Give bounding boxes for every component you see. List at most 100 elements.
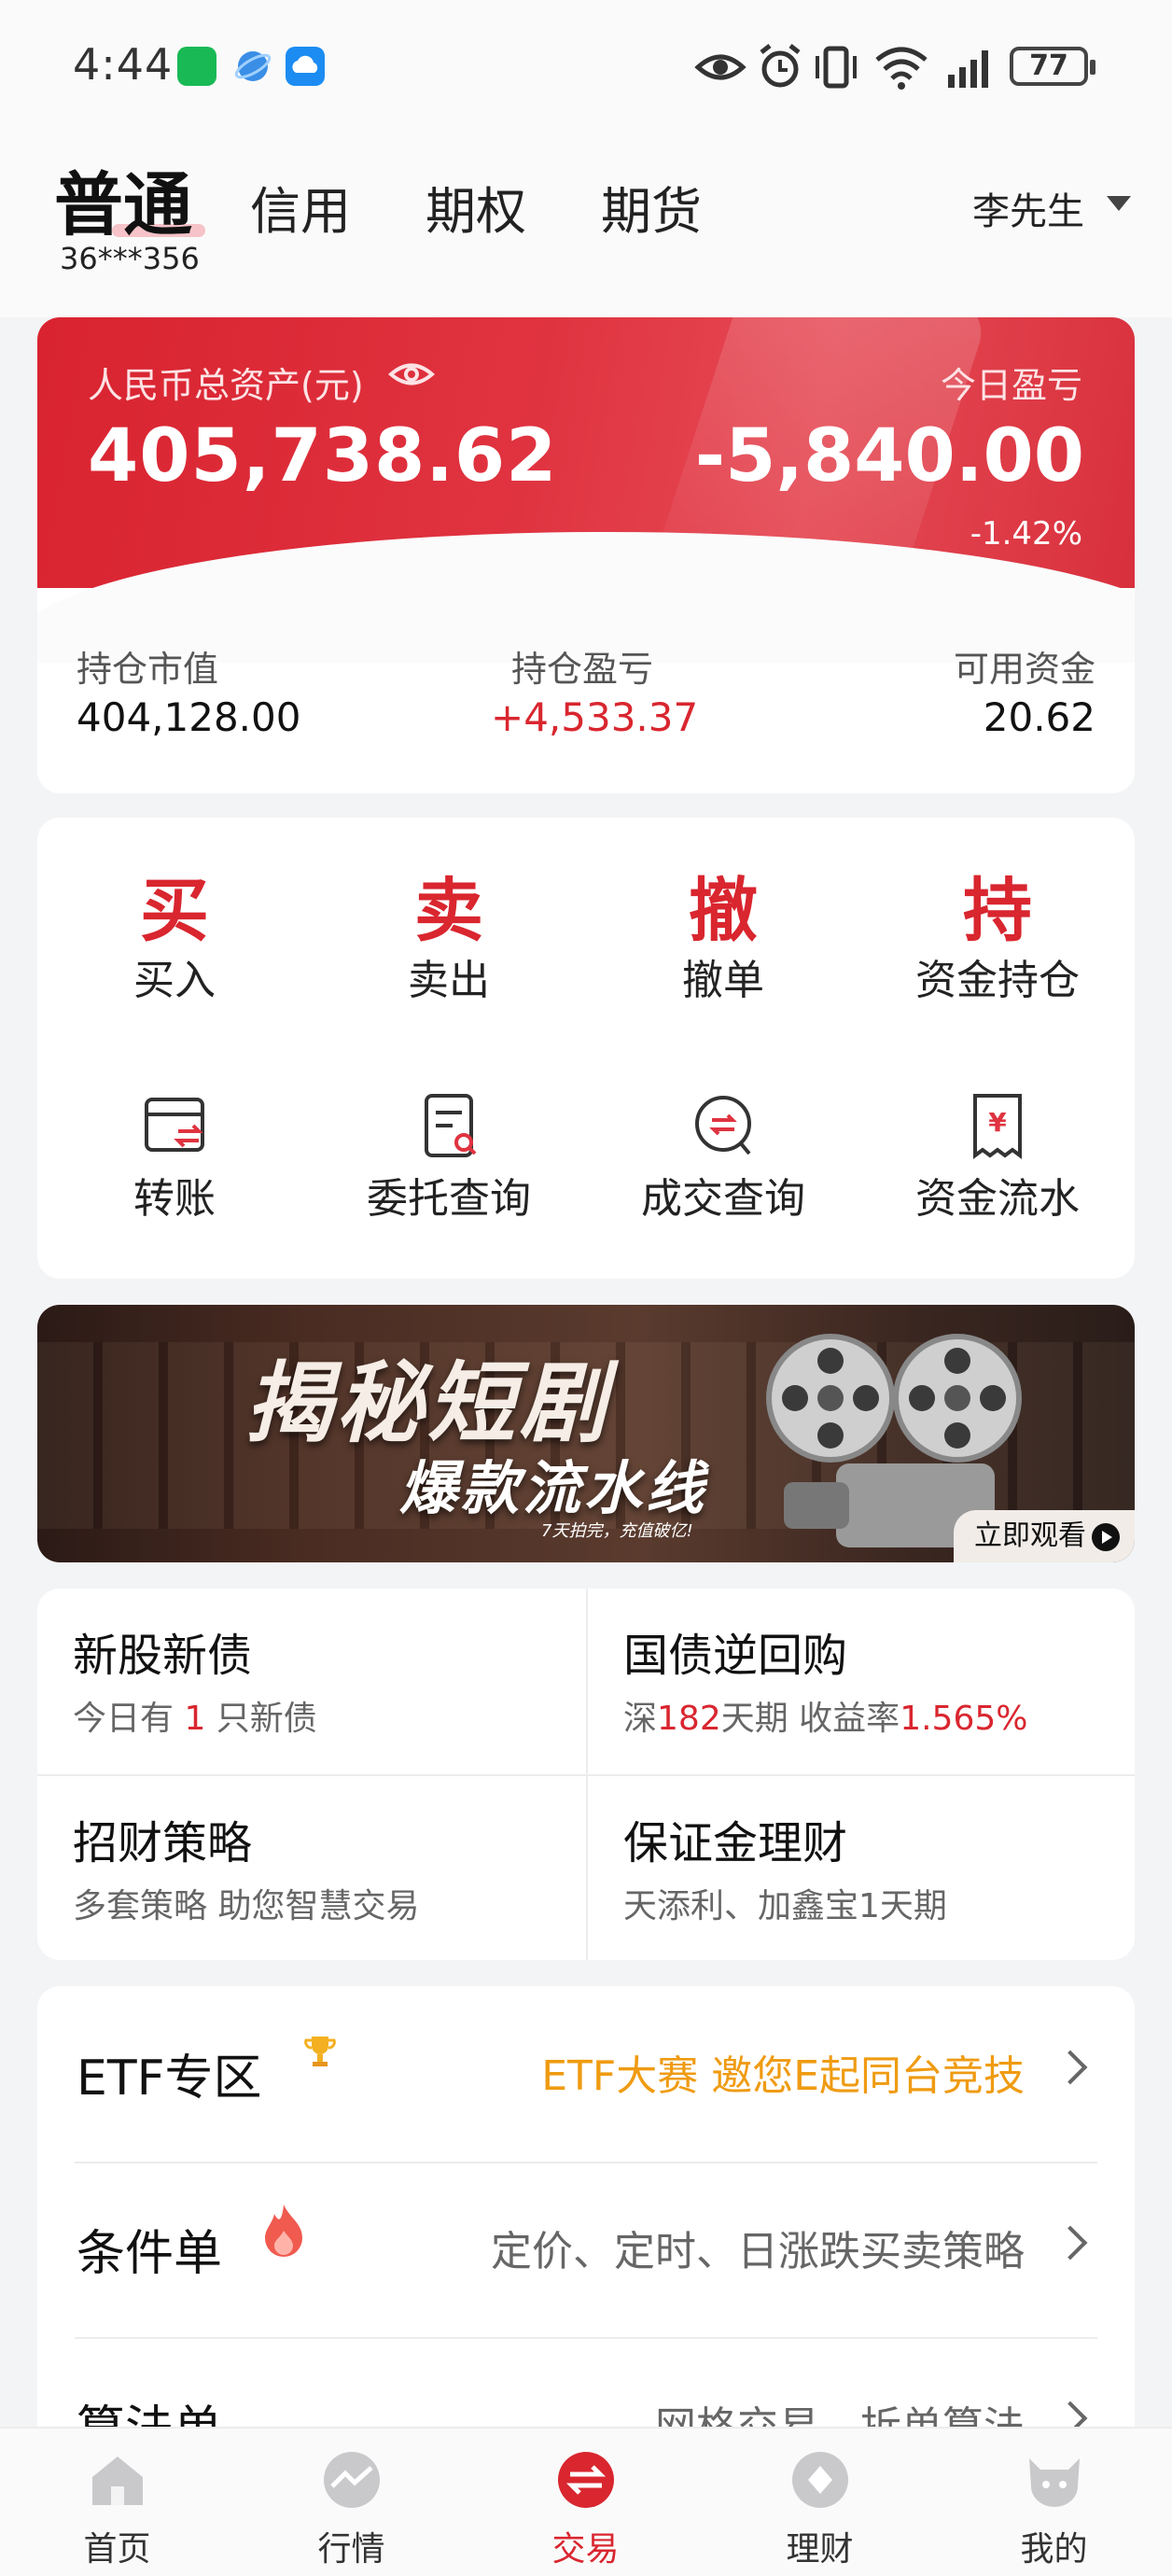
- deal-query-label: 成交查询: [641, 1175, 805, 1223]
- positions-button[interactable]: 持 资金持仓: [860, 855, 1135, 1006]
- sell-glyph: 卖: [414, 871, 483, 951]
- margin-wealth[interactable]: 保证金理财 天添利、加鑫宝1天期: [588, 1776, 1135, 1960]
- nav-label: 行情: [317, 2530, 385, 2569]
- flame-icon: [265, 2205, 302, 2257]
- service-title: 招财策略: [73, 1817, 253, 1869]
- chevron-right-icon: [1053, 2225, 1088, 2261]
- position-pl-label: 持仓盈亏: [511, 649, 654, 690]
- trophy-icon: [304, 2037, 336, 2066]
- transfer-button[interactable]: 转账: [37, 1088, 312, 1225]
- service-subtitle: 深182天期 收益率1.565%: [623, 1700, 1028, 1738]
- watch-now-button[interactable]: 立即观看: [954, 1510, 1135, 1562]
- cancel-glyph: 撤: [689, 871, 758, 951]
- banner-subtitle: 爆款流水线: [399, 1454, 708, 1522]
- watch-now-label: 立即观看: [974, 1519, 1086, 1552]
- position-pl: +4,533.37: [491, 694, 699, 740]
- cash-flow-label: 资金流水: [915, 1175, 1080, 1223]
- position-value-label: 持仓市值: [77, 649, 219, 690]
- account-number: 36***356: [60, 241, 200, 276]
- banner-small-text: 7天拍完，充值破亿!: [541, 1521, 693, 1541]
- wealth-icon: [792, 2452, 848, 2508]
- nav-label: 首页: [83, 2530, 151, 2569]
- total-assets-label: 人民币总资产(元): [88, 365, 364, 406]
- buy-label: 买入: [133, 957, 216, 1004]
- wechat-icon: [177, 47, 216, 86]
- buy-glyph: 买: [140, 871, 209, 951]
- status-time: 4:44: [73, 39, 174, 90]
- user-name[interactable]: 李先生: [972, 181, 1084, 235]
- available-funds-label: 可用资金: [953, 649, 1095, 690]
- list-item-title: 条件单: [77, 2226, 223, 2282]
- list-item-desc: 定价、定时、日涨跌买卖策略: [491, 2228, 1025, 2275]
- market-icon: [324, 2452, 380, 2508]
- eye-icon[interactable]: [388, 358, 435, 390]
- caret-down-icon[interactable]: [1107, 196, 1131, 211]
- list-item-desc: ETF大赛 邀您E起同台竞技: [541, 2052, 1025, 2100]
- list-item-title: ETF专区: [77, 2051, 262, 2107]
- quick-actions-card: 买 买入 卖 卖出 撤 撤单 持 资金持仓 转账 委托查询 成交查询 ¥ 资金流…: [37, 818, 1135, 1279]
- cancel-order-button[interactable]: 撤 撤单: [586, 855, 860, 1006]
- order-query-label: 委托查询: [367, 1175, 531, 1223]
- tab-normal[interactable]: 普通: [54, 149, 192, 249]
- trade-icon: [558, 2452, 614, 2508]
- today-pl-label: 今日盈亏: [940, 365, 1082, 406]
- browser-icon: [233, 47, 272, 86]
- total-assets-value: 405,738.62: [88, 414, 558, 498]
- new-stocks-bonds[interactable]: 新股新债 今日有 1 只新债: [37, 1589, 586, 1774]
- list-item-etf[interactable]: ETF专区 ETF大赛 邀您E起同台竞技: [37, 1986, 1135, 2162]
- today-pl-percent: -1.42%: [970, 515, 1082, 553]
- service-subtitle: 天添利、加鑫宝1天期: [623, 1887, 947, 1925]
- service-subtitle: 多套策略 助您智慧交易: [73, 1887, 420, 1925]
- nav-profile[interactable]: 我的: [937, 2429, 1171, 2576]
- service-title: 国债逆回购: [623, 1630, 848, 1682]
- order-query-icon: [425, 1094, 477, 1157]
- treasury-reverse-repo[interactable]: 国债逆回购 深182天期 收益率1.565%: [588, 1589, 1135, 1774]
- services-card: 新股新债 今日有 1 只新债 国债逆回购 深182天期 收益率1.565% 招财…: [37, 1589, 1135, 1960]
- deal-query-icon: [695, 1096, 751, 1155]
- vibrate-icon: [816, 46, 857, 89]
- chevron-right-icon: [1053, 2050, 1088, 2085]
- wifi-icon: [875, 47, 928, 90]
- transfer-label: 转账: [133, 1175, 216, 1223]
- service-title: 保证金理财: [623, 1817, 848, 1869]
- account-type-tabs: 普通 信用 期权 期货 36***356 李先生: [0, 131, 1172, 317]
- nav-trade[interactable]: 交易: [468, 2429, 703, 2576]
- nav-wealth[interactable]: 理财: [703, 2429, 937, 2576]
- tab-futures[interactable]: 期货: [601, 170, 702, 244]
- promo-banner[interactable]: 揭秘短剧 爆款流水线 7天拍完，充值破亿! 立即观看: [37, 1305, 1135, 1562]
- transfer-icon: [145, 1098, 204, 1152]
- status-bar: 4:44 77: [0, 0, 1172, 131]
- cash-flow-button[interactable]: ¥ 资金流水: [860, 1088, 1135, 1225]
- buy-button[interactable]: 买 买入: [37, 855, 312, 1006]
- service-subtitle: 今日有 1 只新债: [73, 1700, 317, 1738]
- play-icon: [1092, 1523, 1120, 1551]
- tab-options[interactable]: 期权: [426, 170, 526, 244]
- sell-label: 卖出: [408, 957, 490, 1004]
- today-pl-value: -5,840.00: [694, 414, 1084, 498]
- tab-credit[interactable]: 信用: [250, 170, 351, 244]
- home-icon: [92, 2457, 143, 2505]
- bottom-nav: 首页 行情 交易 理财 我的: [0, 2427, 1172, 2576]
- nav-market[interactable]: 行情: [234, 2429, 468, 2576]
- service-title: 新股新债: [73, 1630, 253, 1682]
- positions-glyph: 持: [963, 871, 1032, 951]
- order-query-button[interactable]: 委托查询: [312, 1088, 586, 1225]
- battery-indicator: 77: [1010, 47, 1095, 86]
- nav-home[interactable]: 首页: [0, 2429, 234, 2576]
- nav-label: 交易: [551, 2530, 620, 2569]
- available-funds: 20.62: [983, 694, 1095, 740]
- sell-button[interactable]: 卖 卖出: [312, 855, 586, 1006]
- svg-text:¥: ¥: [988, 1107, 1007, 1138]
- profile-icon: [1029, 2458, 1080, 2507]
- cash-flow-icon: ¥: [973, 1094, 1022, 1159]
- eye-icon: [694, 54, 746, 80]
- list-item-conditional-order[interactable]: 条件单 定价、定时、日涨跌买卖策略: [37, 2162, 1135, 2337]
- cloud-icon: [286, 47, 325, 86]
- deal-query-button[interactable]: 成交查询: [586, 1088, 860, 1225]
- wealth-strategy[interactable]: 招财策略 多套策略 助您智慧交易: [37, 1776, 586, 1960]
- asset-card[interactable]: 人民币总资产(元) 405,738.62 今日盈亏 -5,840.00 -1.4…: [37, 317, 1135, 793]
- positions-label: 资金持仓: [915, 957, 1080, 1004]
- nav-label: 我的: [1020, 2530, 1088, 2569]
- alarm-icon: [760, 44, 801, 88]
- signal-icon: [948, 50, 988, 88]
